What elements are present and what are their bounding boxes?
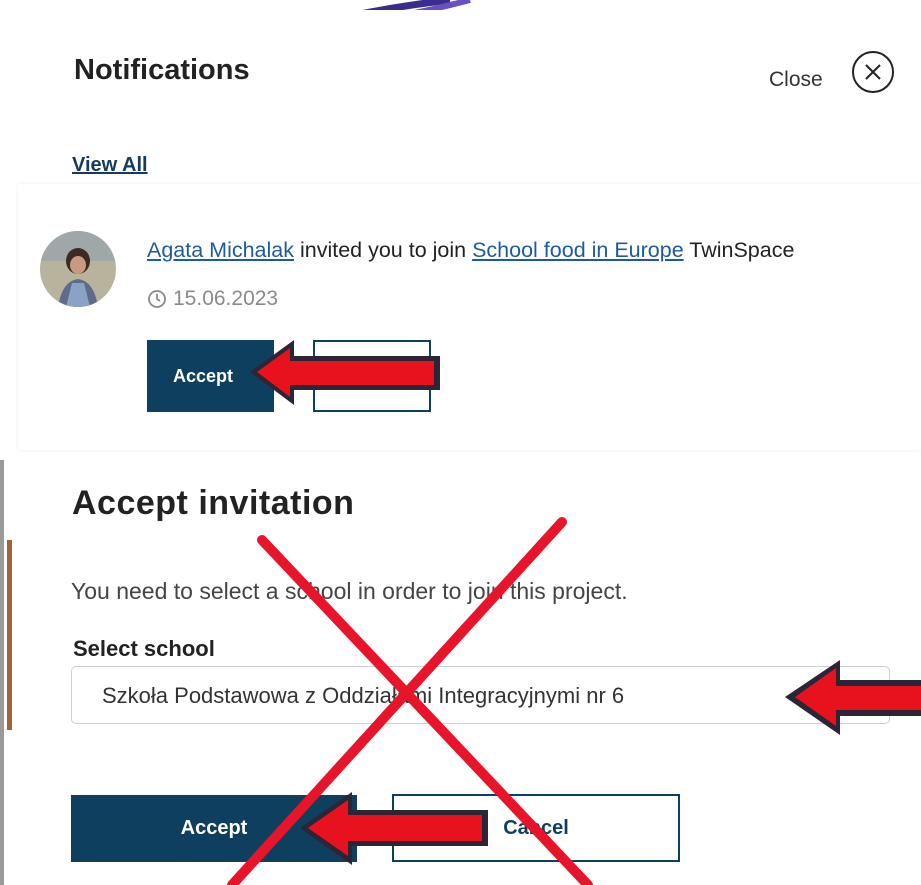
accept-invite-button[interactable]: Accept	[147, 340, 274, 412]
dialog-accept-button[interactable]: Accept	[71, 795, 357, 862]
close-label[interactable]: Close	[769, 68, 823, 92]
notifications-panel: Notifications Close View All	[36, 10, 921, 188]
project-link[interactable]: School food in Europe	[472, 238, 684, 262]
dialog-title: Accept invitation	[72, 484, 355, 522]
view-all-link[interactable]: View All	[72, 154, 148, 177]
message-middle: invited you to join	[294, 238, 473, 262]
notification-item: Agata Michalak invited you to join Schoo…	[18, 184, 921, 450]
message-end: TwinSpace	[683, 238, 795, 262]
notification-timestamp: 15.06.2023	[147, 287, 278, 311]
notifications-title: Notifications	[74, 54, 250, 86]
dialog-message: You need to select a school in order to …	[71, 578, 628, 604]
clock-icon	[148, 290, 166, 308]
close-icon[interactable]	[852, 51, 894, 93]
select-school-dropdown[interactable]: Szkoła Podstawowa z Oddziałami Integracy…	[71, 666, 890, 724]
dialog-accent-bar	[7, 540, 12, 730]
sender-link[interactable]: Agata Michalak	[147, 238, 294, 262]
timestamp-date: 15.06.2023	[173, 287, 279, 310]
select-school-value: Szkoła Podstawowa z Oddziałami Integracy…	[102, 683, 625, 708]
dialog-left-border	[0, 460, 4, 885]
dialog-cancel-button[interactable]: Cancel	[392, 794, 680, 862]
notification-message: Agata Michalak invited you to join Schoo…	[147, 238, 794, 263]
avatar	[40, 231, 116, 307]
select-school-label: Select school	[73, 636, 215, 661]
decline-invite-button[interactable]	[313, 340, 431, 412]
